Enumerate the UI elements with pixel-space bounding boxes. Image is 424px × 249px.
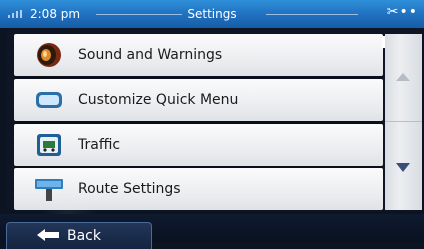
menu-item-sound-and-warnings[interactable]: Sound and Warnings [14,34,383,76]
scroll-down-icon [396,163,410,172]
traffic-icon [37,134,61,156]
scroll-controls [385,34,422,210]
back-arrow-icon [37,229,59,241]
page-title: Settings [187,7,237,21]
scroll-down-button[interactable] [385,122,422,210]
status-divider-right [266,14,358,15]
menu-item-label: Sound and Warnings [78,47,223,63]
menu-item-traffic[interactable]: Traffic [14,124,383,166]
status-bar: 2:08 pm Settings ✂•• [0,0,424,28]
scroll-up-icon [396,73,410,81]
settings-list: Sound and Warnings Customize Quick Menu … [14,34,383,210]
menu-item-customize-quick-menu[interactable]: Customize Quick Menu [14,79,383,121]
speaker-icon [37,43,61,67]
gps-satellite-icon: ✂•• [386,4,418,20]
back-button[interactable]: Back [6,222,152,249]
menu-item-label: Customize Quick Menu [78,92,239,108]
quick-menu-icon [36,92,62,108]
menu-item-label: Traffic [78,137,121,153]
scroll-up-button[interactable] [385,34,422,121]
route-settings-icon [35,179,63,201]
menu-item-label: Route Settings [78,181,181,197]
decorative-shine [0,200,140,214]
